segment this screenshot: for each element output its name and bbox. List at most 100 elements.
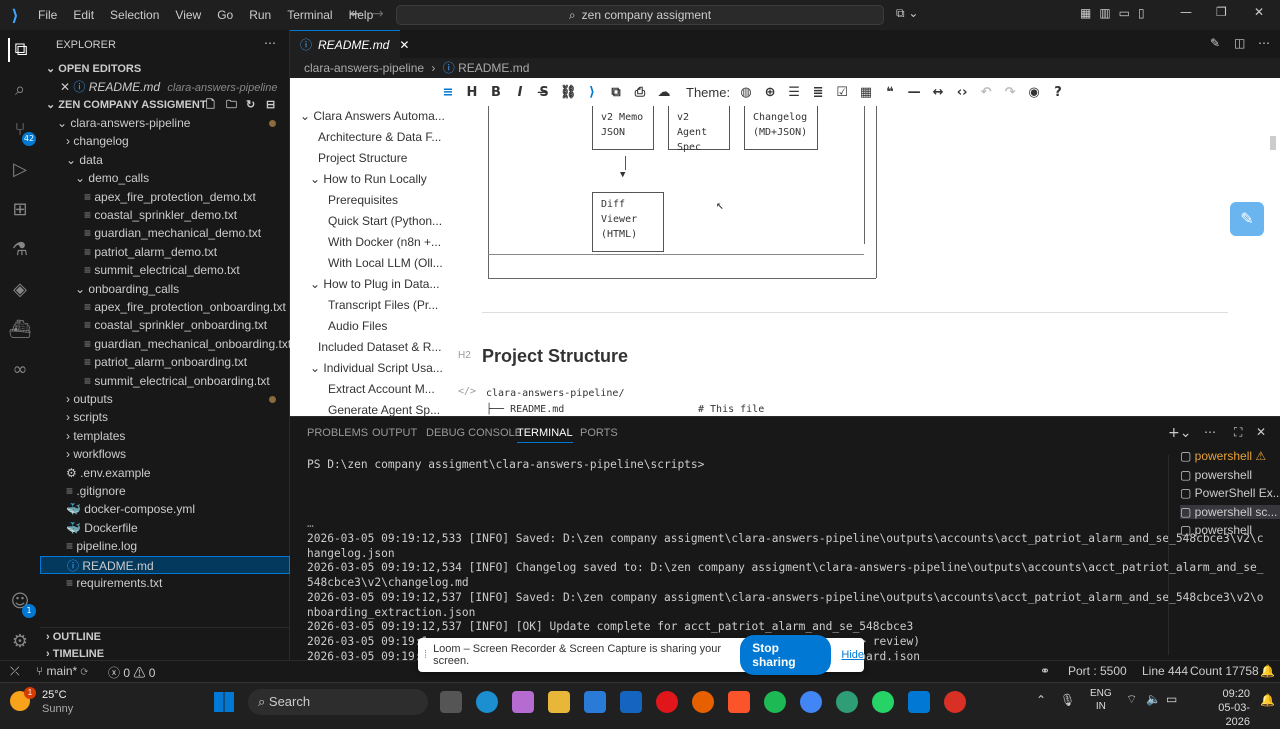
problems-indicator[interactable]: ⓧ 0 ⚠ 0 [108, 664, 155, 681]
workspace-header[interactable]: ⌄ ZEN COMPANY ASSIGMENT 🗋 🗀 ↻ ⊟ [40, 96, 290, 114]
close-icon[interactable]: ✕ [399, 38, 409, 52]
folder-icon[interactable] [548, 691, 570, 713]
terminal-instance[interactable]: ▢ powershell [1180, 523, 1280, 537]
maximize-panel-icon[interactable]: ⛶ [1234, 425, 1242, 440]
terminal-prompt[interactable]: PS D:\zen company assigment\clara-answer… [307, 458, 704, 473]
menu-view[interactable]: View [167, 8, 209, 22]
toc-item[interactable]: ⌄ Individual Script Usa... [310, 358, 443, 378]
source-control-icon[interactable]: ⑂ 42 [8, 118, 36, 146]
account-icon[interactable]: ☺ 1 [8, 590, 36, 618]
file-tree-item[interactable]: ≡ summit_electrical_demo.txt [40, 261, 290, 279]
forward-arrow-icon[interactable]: → [372, 6, 384, 22]
toc-item[interactable]: ⌄ Clara Answers Automa... [300, 106, 445, 126]
file-tree-item[interactable]: › changelog [40, 132, 290, 150]
edit-pencil-icon[interactable]: ✎ [1210, 36, 1220, 50]
breadcrumb-file[interactable]: README.md [458, 61, 529, 75]
file-tree-item[interactable]: ≡ patriot_alarm_demo.txt [40, 243, 290, 261]
layout-icons[interactable]: ▦▥▭▯ [1080, 6, 1153, 20]
open-editors-header[interactable]: ⌄ OPEN EDITORS [40, 60, 290, 78]
weather-widget[interactable]: 1 25°C Sunny [10, 687, 100, 717]
help-icon[interactable]: ? [1050, 85, 1066, 100]
more-actions-icon[interactable]: ⋯ [1258, 36, 1270, 50]
branch-indicator[interactable]: ⑂ main* ⟳ [36, 664, 88, 678]
redo-icon[interactable]: ↷ [1002, 85, 1018, 100]
toc-item[interactable]: ⌄ How to Plug in Data... [310, 274, 439, 294]
store-icon[interactable] [584, 691, 606, 713]
file-tree-item[interactable]: ⌄ data [40, 151, 290, 169]
file-tree-item[interactable]: ≡ apex_fire_protection_onboarding.txt [40, 298, 290, 316]
wifi-icon[interactable]: ⌔ [1126, 692, 1137, 707]
file-tree-item[interactable]: › scripts [40, 408, 290, 426]
run-debug-icon[interactable]: ▷ [8, 158, 32, 182]
brave-icon[interactable] [728, 691, 750, 713]
drag-handle-icon[interactable]: ⁞ [424, 649, 427, 661]
file-explorer-icon[interactable] [440, 691, 462, 713]
vscode-icon[interactable]: ⟩ [584, 85, 600, 100]
tab-output[interactable]: OUTPUT [372, 427, 417, 439]
opera-icon[interactable] [656, 691, 678, 713]
toc-item[interactable]: Quick Start (Python... [328, 211, 442, 231]
collapse-icon[interactable]: ⊟ [266, 96, 275, 114]
whatsapp-icon[interactable] [872, 691, 894, 713]
search-icon[interactable]: ⌕ [8, 78, 32, 102]
new-file-icon[interactable]: 🗋 [206, 96, 215, 114]
toc-item[interactable]: ⌄ How to Run Locally [310, 169, 427, 189]
tab-terminal[interactable]: TERMINAL [517, 427, 573, 443]
align-icon[interactable]: ≡ [440, 85, 456, 100]
scrollbar-thumb[interactable] [1270, 136, 1276, 150]
terminal-instance[interactable]: ▢ PowerShell Ex... [1180, 486, 1280, 500]
file-tree-item[interactable]: ≡ guardian_mechanical_demo.txt [40, 224, 290, 242]
terminal-instance[interactable]: ▢ powershell [1180, 468, 1280, 482]
restore-icon[interactable]: ❐ [1216, 5, 1227, 19]
italic-icon[interactable]: I [512, 85, 528, 100]
file-tree-item[interactable]: ≡ pipeline.log [40, 537, 290, 555]
remote-icon[interactable]: ⤫ [10, 664, 20, 679]
extensions-icon[interactable]: ⊞ [8, 198, 32, 222]
file-tree-item[interactable]: ⓘ README.md [40, 555, 290, 574]
more-actions-icon[interactable]: ⋯ [264, 36, 276, 50]
chrome-icon[interactable] [800, 691, 822, 713]
port-indicator[interactable]: Port : 5500 [1068, 664, 1127, 678]
palette-icon[interactable]: ◍ [738, 85, 754, 100]
file-tree-item[interactable]: ≡ summit_electrical_onboarding.txt [40, 372, 290, 390]
file-tree-item[interactable]: 🐳 docker-compose.yml [40, 500, 290, 518]
cloud-icon[interactable]: ☁ [656, 85, 672, 100]
menu-run[interactable]: Run [241, 8, 279, 22]
manage-gear-icon[interactable]: ⚙ [8, 630, 32, 654]
menu-terminal[interactable]: Terminal [279, 8, 340, 22]
toc-item[interactable]: Included Dataset & R... [318, 337, 441, 357]
menu-file[interactable]: File [30, 8, 65, 22]
tray-chevron-icon[interactable]: ⌃ [1036, 693, 1046, 707]
python-icon[interactable]: ◈ [8, 278, 32, 302]
containers-icon[interactable]: ⛴ [8, 318, 32, 342]
ports-icon[interactable]: ⚭ [1040, 664, 1050, 678]
file-tree-item[interactable]: ⌄ demo_calls [40, 169, 290, 187]
toc-item[interactable]: Project Structure [318, 148, 407, 168]
language-indicator[interactable]: ENG IN [1090, 687, 1112, 713]
vscode-taskbar-icon[interactable] [908, 691, 930, 713]
undo-icon[interactable]: ↶ [978, 85, 994, 100]
menu-selection[interactable]: Selection [102, 8, 167, 22]
file-tree-item[interactable]: › templates [40, 427, 290, 445]
terminal-instance[interactable]: ▢ powershell ⚠ [1180, 449, 1280, 463]
link-icon[interactable]: ⛓ [560, 85, 577, 100]
file-tree-item[interactable]: › outputs [40, 390, 290, 408]
volume-icon[interactable]: 🔈 [1146, 692, 1161, 706]
quote-icon[interactable]: ❝ [882, 85, 898, 100]
count-indicator[interactable]: Count 17758 [1190, 664, 1259, 678]
bullet-list-icon[interactable]: ☰ [786, 85, 802, 100]
explorer-icon[interactable]: ⧉ [8, 38, 32, 62]
file-tree-item[interactable]: ⌄ onboarding_calls [40, 280, 290, 298]
file-tree-item[interactable]: ⚙ .env.example [40, 464, 290, 482]
live-share-icon[interactable]: ∞ [8, 358, 32, 382]
notifications-icon[interactable]: 🔔 [1260, 664, 1275, 678]
file-tree-item[interactable]: ⌄ clara-answers-pipeline [40, 114, 290, 132]
strikethrough-icon[interactable]: S̶ [536, 85, 552, 100]
insert-icon[interactable]: ⊕ [762, 85, 778, 100]
more-actions-icon[interactable]: ⋯ [1204, 425, 1216, 439]
tab-ports[interactable]: PORTS [580, 427, 618, 439]
file-tree-item[interactable]: ≡ guardian_mechanical_onboarding.txt [40, 335, 291, 353]
edge-icon[interactable] [476, 691, 498, 713]
testing-icon[interactable]: ⚗ [8, 238, 32, 262]
battery-icon[interactable]: ▭ [1166, 692, 1177, 706]
